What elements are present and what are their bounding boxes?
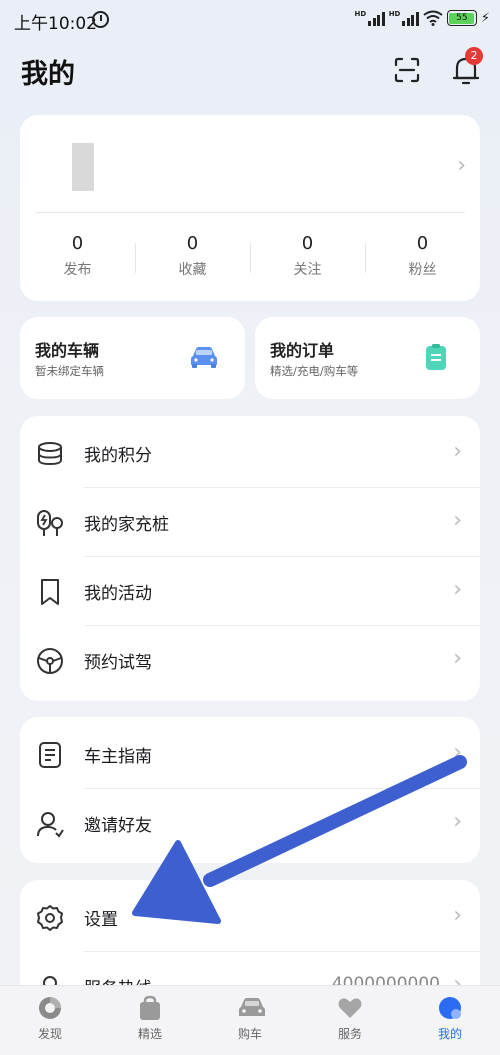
shopping-bag-icon (137, 995, 163, 1021)
chevron-right-icon: › (453, 508, 462, 533)
my-orders-card[interactable]: 我的订单 精选/充电/购车等 (255, 317, 480, 399)
user-add-icon (37, 812, 64, 838)
scan-icon[interactable] (393, 56, 421, 84)
menu-item-label: 邀请好友 (84, 816, 152, 836)
hd-label-2: HD (388, 10, 401, 18)
menu-item-points[interactable]: 我的积分 › (20, 419, 480, 488)
bookmark-icon (41, 579, 59, 605)
alarm-icon (92, 11, 109, 28)
menu-item-label: 预约试驾 (84, 653, 152, 673)
chevron-right-icon: › (453, 903, 462, 928)
nav-label: 发现 (37, 1027, 62, 1041)
nav-item-me[interactable]: 我的 (400, 986, 500, 1055)
nav-label: 服务 (337, 1027, 362, 1041)
menu-item-owner-guide[interactable]: 车主指南 › (20, 720, 480, 789)
order-icon (426, 344, 446, 370)
nav-label: 精选 (137, 1027, 162, 1041)
car-icon (191, 347, 217, 368)
stat-value: 0 (71, 233, 84, 254)
menu-item-label: 我的积分 (84, 446, 152, 466)
nav-item-featured[interactable]: 精选 (100, 986, 200, 1055)
page-title: 我的 (21, 59, 75, 90)
chevron-right-icon: › (453, 740, 462, 765)
menu-item-label: 我的活动 (84, 584, 152, 604)
nav-label: 购车 (237, 1027, 262, 1041)
avatar[interactable] (72, 143, 94, 191)
menu-item-test-drive[interactable]: 预约试驾 › (20, 626, 480, 695)
discover-icon (37, 995, 63, 1021)
menu-group-guide: 车主指南 › 邀请好友 › (20, 717, 480, 863)
menu-item-label: 设置 (84, 910, 118, 930)
my-orders-subtitle: 精选/充电/购车等 (270, 364, 359, 378)
signal-icon-2 (402, 10, 419, 26)
battery-level: 55 (449, 12, 475, 24)
nav-item-service[interactable]: 服务 (300, 986, 400, 1055)
chevron-right-icon: › (453, 809, 462, 834)
signal-icon-1 (368, 10, 385, 26)
stat-favorites[interactable]: 0 收藏 (135, 233, 250, 279)
stat-fans[interactable]: 0 粉丝 (365, 233, 480, 279)
hd-label-1: HD (354, 10, 367, 18)
profile-card[interactable]: › 0 发布 0 收藏 0 关注 0 粉丝 (20, 115, 480, 301)
stat-value: 0 (301, 233, 314, 254)
menu-item-settings[interactable]: 设置 › (20, 883, 480, 952)
stat-label: 粉丝 (408, 262, 437, 278)
my-orders-title: 我的订单 (270, 341, 335, 360)
nav-label: 我的 (437, 1027, 462, 1041)
gear-icon (37, 905, 63, 931)
nav-item-discover[interactable]: 发现 (0, 986, 100, 1055)
status-time: 上午10:02 (14, 14, 97, 34)
stat-label: 收藏 (178, 262, 207, 278)
stat-label: 关注 (293, 262, 322, 278)
my-vehicle-title: 我的车辆 (35, 341, 100, 360)
notification-badge: 2 (465, 47, 483, 65)
document-icon (39, 742, 61, 768)
stat-label: 发布 (63, 262, 92, 278)
menu-item-activities[interactable]: 我的活动 › (20, 557, 480, 626)
chevron-right-icon: › (453, 577, 462, 602)
bottom-nav: 发现 精选 购车 服务 我的 (0, 985, 500, 1055)
chevron-right-icon: › (453, 439, 462, 464)
stat-posts[interactable]: 0 发布 (20, 233, 135, 279)
nav-item-buy-car[interactable]: 购车 (200, 986, 300, 1055)
steering-wheel-icon (37, 648, 63, 674)
profile-stats: 0 发布 0 收藏 0 关注 0 粉丝 (20, 233, 480, 279)
charging-icon: ⚡ (480, 10, 490, 26)
charger-icon (37, 510, 63, 536)
heart-icon (337, 995, 363, 1021)
chevron-right-icon: › (457, 153, 466, 178)
battery-icon: 55 (446, 10, 477, 26)
wifi-icon (423, 10, 443, 26)
stat-value: 0 (186, 233, 199, 254)
my-vehicle-subtitle: 暂未绑定车辆 (35, 364, 104, 378)
car-icon (237, 995, 265, 1021)
status-icons: HD HD 55 ⚡ (355, 10, 490, 26)
chevron-right-icon: › (453, 646, 462, 671)
coins-icon (38, 442, 62, 466)
menu-item-label: 我的家充桩 (84, 515, 169, 535)
status-bar: 上午10:02 HD HD 55 ⚡ (0, 0, 500, 40)
stat-following[interactable]: 0 关注 (250, 233, 365, 279)
menu-item-home-charger[interactable]: 我的家充桩 › (20, 488, 480, 557)
stat-value: 0 (416, 233, 429, 254)
menu-item-label: 车主指南 (84, 747, 152, 767)
menu-item-invite-friends[interactable]: 邀请好友 › (20, 789, 480, 858)
my-vehicle-card[interactable]: 我的车辆 暂未绑定车辆 (20, 317, 245, 399)
divider (35, 212, 465, 213)
profile-icon (437, 995, 463, 1021)
menu-group-account: 我的积分 › 我的家充桩 › 我的活动 › 预约试驾 › (20, 416, 480, 701)
